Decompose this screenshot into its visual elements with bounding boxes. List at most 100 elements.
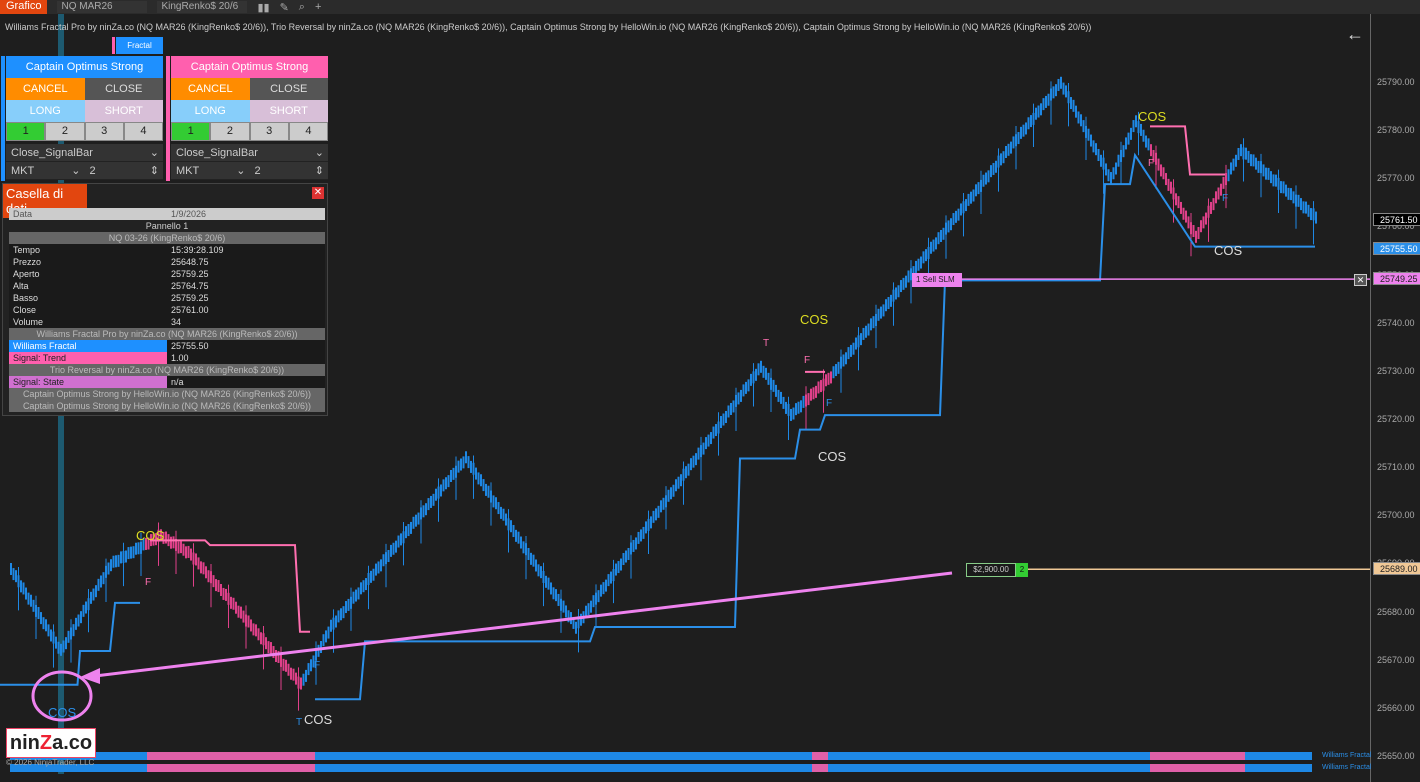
renko-bar [300, 678, 302, 690]
fractal-line-pink [150, 540, 310, 631]
renko-bar [1140, 124, 1142, 136]
renko-bar [478, 472, 480, 484]
price-tick: 25780.00 [1377, 125, 1415, 135]
renko-bar [670, 487, 672, 499]
short-button[interactable]: SHORT [85, 100, 164, 122]
renko-bar [130, 547, 132, 559]
row-label: Aperto [9, 268, 167, 280]
copyright: © 2026 NinjaTrader, LLC [6, 758, 94, 767]
zoom-icon[interactable]: ⌕ [299, 1, 305, 14]
pencil-icon[interactable]: ✎ [280, 1, 289, 14]
crosshair-icon[interactable]: + [315, 1, 321, 13]
sell-order-label[interactable]: 1 Sell SLM [912, 273, 962, 287]
chevron-down-icon: ⌄ [236, 162, 245, 179]
qty-preset-3[interactable]: 3 [250, 122, 289, 141]
renko-bar [953, 213, 955, 225]
order-type-select[interactable]: MKT⌄ [6, 162, 85, 180]
renko-bar [230, 597, 232, 609]
price-tag-target: 25689.00 [1373, 562, 1420, 575]
order-type-select[interactable]: MKT⌄ [171, 162, 250, 180]
renko-bar [668, 490, 670, 502]
renko-bar [1265, 168, 1267, 180]
long-button[interactable]: LONG [171, 100, 250, 122]
qty-stepper[interactable]: 2⇕ [85, 162, 164, 180]
renko-bar [1218, 188, 1220, 200]
renko-bar [25, 588, 27, 600]
cancel-button[interactable]: CANCEL [171, 78, 250, 100]
renko-bar [250, 619, 252, 631]
close-button[interactable]: CLOSE [85, 78, 164, 100]
price-axis[interactable]: 25790.0025780.0025770.0025760.0025750.00… [1370, 14, 1420, 782]
renko-bar [798, 402, 800, 414]
renko-bar [1263, 164, 1265, 176]
qty-preset-2[interactable]: 2 [210, 122, 249, 141]
bartype-select[interactable]: KingRenko$ 20/6 [157, 1, 247, 13]
data-row: Basso25759.25 [9, 292, 325, 304]
renko-bar [885, 299, 887, 311]
back-arrow-icon[interactable]: ← [1346, 24, 1364, 45]
renko-bar [1245, 148, 1247, 160]
qty-preset-4[interactable]: 4 [289, 122, 328, 141]
target-qty[interactable]: 2 [1016, 563, 1028, 577]
price-tag-fractal: 25755.50 [1373, 242, 1420, 255]
arrow-head-icon [80, 668, 100, 684]
cancel-order-icon[interactable]: ✕ [1354, 274, 1367, 286]
chart-tab[interactable]: Grafico [0, 0, 47, 14]
renko-bar [545, 576, 547, 588]
renko-bar [530, 553, 532, 565]
renko-bar [1303, 201, 1305, 213]
renko-bar [273, 646, 275, 658]
bars-icon[interactable]: ▮▮ [257, 1, 269, 14]
exit-select[interactable]: Close_SignalBar⌄ [6, 144, 163, 162]
renko-bar [705, 437, 707, 449]
renko-bar [283, 659, 285, 671]
long-button[interactable]: LONG [6, 100, 85, 122]
qty-preset-4[interactable]: 4 [124, 122, 163, 141]
order-panel: Captain Optimus Strong CANCELCLOSE LONGS… [6, 56, 163, 184]
spinner-icon[interactable]: ⇕ [150, 162, 159, 179]
renko-bar [800, 400, 802, 412]
renko-bar [120, 551, 122, 563]
qty-preset-1[interactable]: 1 [6, 122, 45, 141]
signal-f: F [826, 398, 832, 409]
short-button[interactable]: SHORT [250, 100, 329, 122]
spinner-icon[interactable]: ⇕ [315, 162, 324, 179]
wf-header: Williams Fractal Pro by ninZa.co (NQ MAR… [9, 328, 325, 340]
cancel-button[interactable]: CANCEL [6, 78, 85, 100]
trio-header: Trio Reversal by ninZa.co (NQ MAR26 (Kin… [9, 364, 325, 376]
renko-bar [395, 541, 397, 553]
qty-preset-2[interactable]: 2 [45, 122, 84, 141]
data-box[interactable]: Casella di dati ✕ Data1/9/2026 Pannello … [2, 183, 328, 416]
renko-bar [40, 612, 42, 624]
signal-cos: COS [48, 705, 76, 720]
close-button[interactable]: CLOSE [250, 78, 329, 100]
renko-bar [448, 475, 450, 487]
renko-bar [85, 602, 87, 614]
qty-preset-3[interactable]: 3 [85, 122, 124, 141]
renko-bar [338, 610, 340, 622]
close-icon[interactable]: ✕ [312, 187, 324, 199]
renko-bar [948, 220, 950, 232]
renko-bar [635, 537, 637, 549]
qty-stepper[interactable]: 2⇕ [250, 162, 329, 180]
renko-bar [78, 615, 80, 627]
renko-bar [1273, 174, 1275, 186]
renko-bar [268, 641, 270, 653]
renko-bar [1228, 169, 1230, 181]
target-pnl[interactable]: $2,900.00 [966, 563, 1016, 577]
renko-bar [1100, 155, 1102, 167]
renko-bar [1205, 213, 1207, 225]
exit-select[interactable]: Close_SignalBar⌄ [171, 144, 328, 162]
instrument-select[interactable]: NQ MAR26 [57, 1, 147, 13]
renko-bar [400, 533, 402, 545]
renko-bar [465, 451, 467, 463]
renko-bar [475, 468, 477, 480]
qty-preset-1[interactable]: 1 [171, 122, 210, 141]
renko-bar [1110, 172, 1112, 184]
renko-bar [555, 589, 557, 601]
signal-f: F [1148, 158, 1154, 169]
row-label: Tempo [9, 244, 167, 256]
fractal-tag[interactable]: Fractal [116, 37, 163, 54]
renko-bar [843, 354, 845, 366]
renko-bar [563, 601, 565, 613]
